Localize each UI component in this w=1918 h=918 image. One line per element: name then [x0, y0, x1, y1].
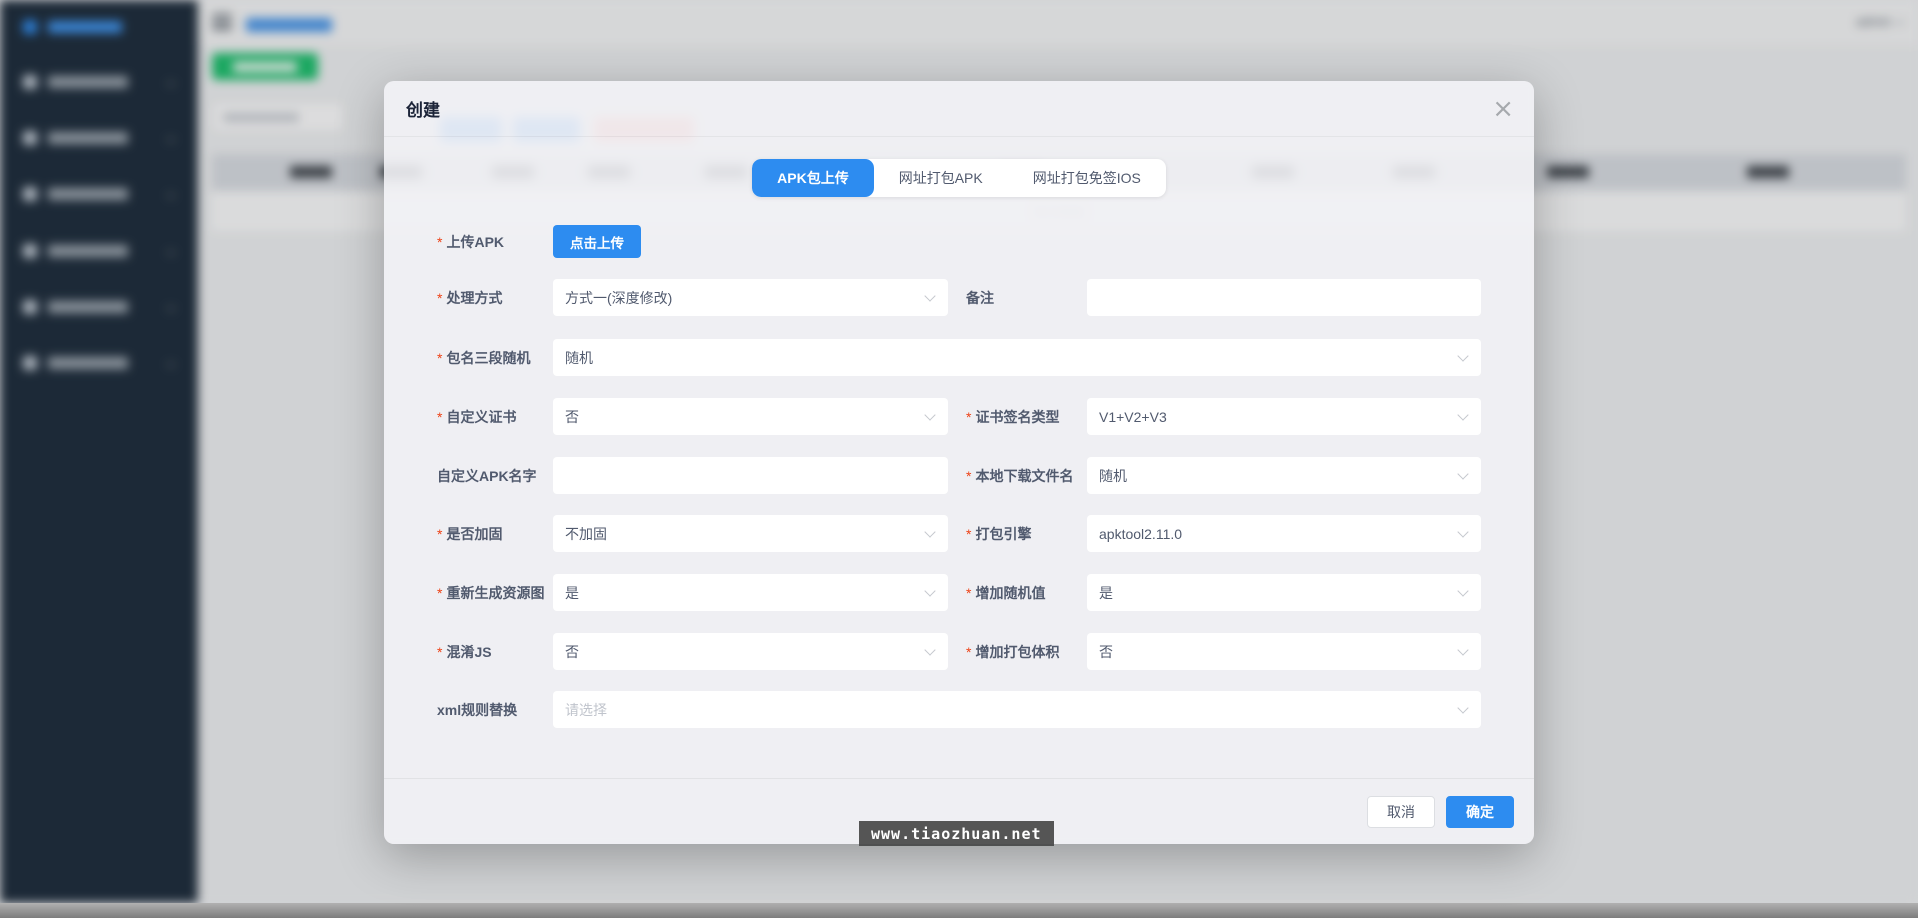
form-row: 自定义APK名字 本地下载文件名 随机: [437, 457, 1481, 494]
package-engine-select[interactable]: apktool2.11.0: [1087, 515, 1481, 552]
close-icon[interactable]: ×: [1492, 99, 1514, 119]
form-row: 混淆JS 否 增加打包体积 否: [437, 633, 1481, 670]
custom-cert-select[interactable]: 否: [553, 398, 948, 435]
field-label: xml规则替换: [437, 691, 517, 728]
field-label: 处理方式: [437, 279, 502, 316]
confirm-button[interactable]: 确定: [1446, 796, 1514, 828]
hardening-select[interactable]: 不加固: [553, 515, 948, 552]
field-label: 增加打包体积: [966, 633, 1059, 670]
field-label: 包名三段随机: [437, 339, 530, 376]
form-row: 处理方式 方式一(深度修改) 备注: [437, 279, 1481, 316]
form-row-upload: 上传APK 点击上传: [437, 223, 1481, 260]
add-random-select[interactable]: 是: [1087, 574, 1481, 611]
field-label: 重新生成资源图: [437, 574, 544, 611]
regen-resource-select[interactable]: 是: [553, 574, 948, 611]
field-label: 本地下载文件名: [966, 457, 1073, 494]
field-label: 证书签名类型: [966, 398, 1059, 435]
field-label: 是否加固: [437, 515, 502, 552]
create-form: 上传APK 点击上传 处理方式 方式一(深度修改) 备注 包名三段随机 随机 自…: [437, 81, 1481, 844]
form-row: 包名三段随机 随机: [437, 339, 1481, 376]
upload-apk-button[interactable]: 点击上传: [553, 225, 641, 258]
xml-rule-select[interactable]: 请选择: [553, 691, 1481, 728]
process-mode-select[interactable]: 方式一(深度修改): [553, 279, 948, 316]
add-volume-select[interactable]: 否: [1087, 633, 1481, 670]
form-row: 自定义证书 否 证书签名类型 V1+V2+V3: [437, 398, 1481, 435]
obfuscate-js-select[interactable]: 否: [553, 633, 948, 670]
field-label: 增加随机值: [966, 574, 1045, 611]
form-row: 是否加固 不加固 打包引擎 apktool2.11.0: [437, 515, 1481, 552]
create-modal: 创建 × APK包上传 网址打包APK 网址打包免签IOS 上传APK 点击上传…: [384, 81, 1534, 844]
local-filename-select[interactable]: 随机: [1087, 457, 1481, 494]
modal-title: 创建: [406, 96, 440, 121]
field-label: 混淆JS: [437, 633, 492, 670]
field-label: 备注: [966, 279, 994, 316]
package-name-random-select[interactable]: 随机: [553, 339, 1481, 376]
remark-input[interactable]: [1087, 279, 1481, 316]
field-label: 自定义证书: [437, 398, 516, 435]
custom-apk-name-input[interactable]: [553, 457, 948, 494]
cert-sign-type-select[interactable]: V1+V2+V3: [1087, 398, 1481, 435]
field-label: 上传APK: [437, 223, 504, 260]
watermark: www.tiaozhuan.net: [859, 821, 1054, 846]
field-label: 打包引擎: [966, 515, 1031, 552]
form-row: xml规则替换 请选择: [437, 691, 1481, 728]
field-label: 自定义APK名字: [437, 457, 537, 494]
form-row: 重新生成资源图 是 增加随机值 是: [437, 574, 1481, 611]
cancel-button[interactable]: 取消: [1367, 796, 1435, 828]
